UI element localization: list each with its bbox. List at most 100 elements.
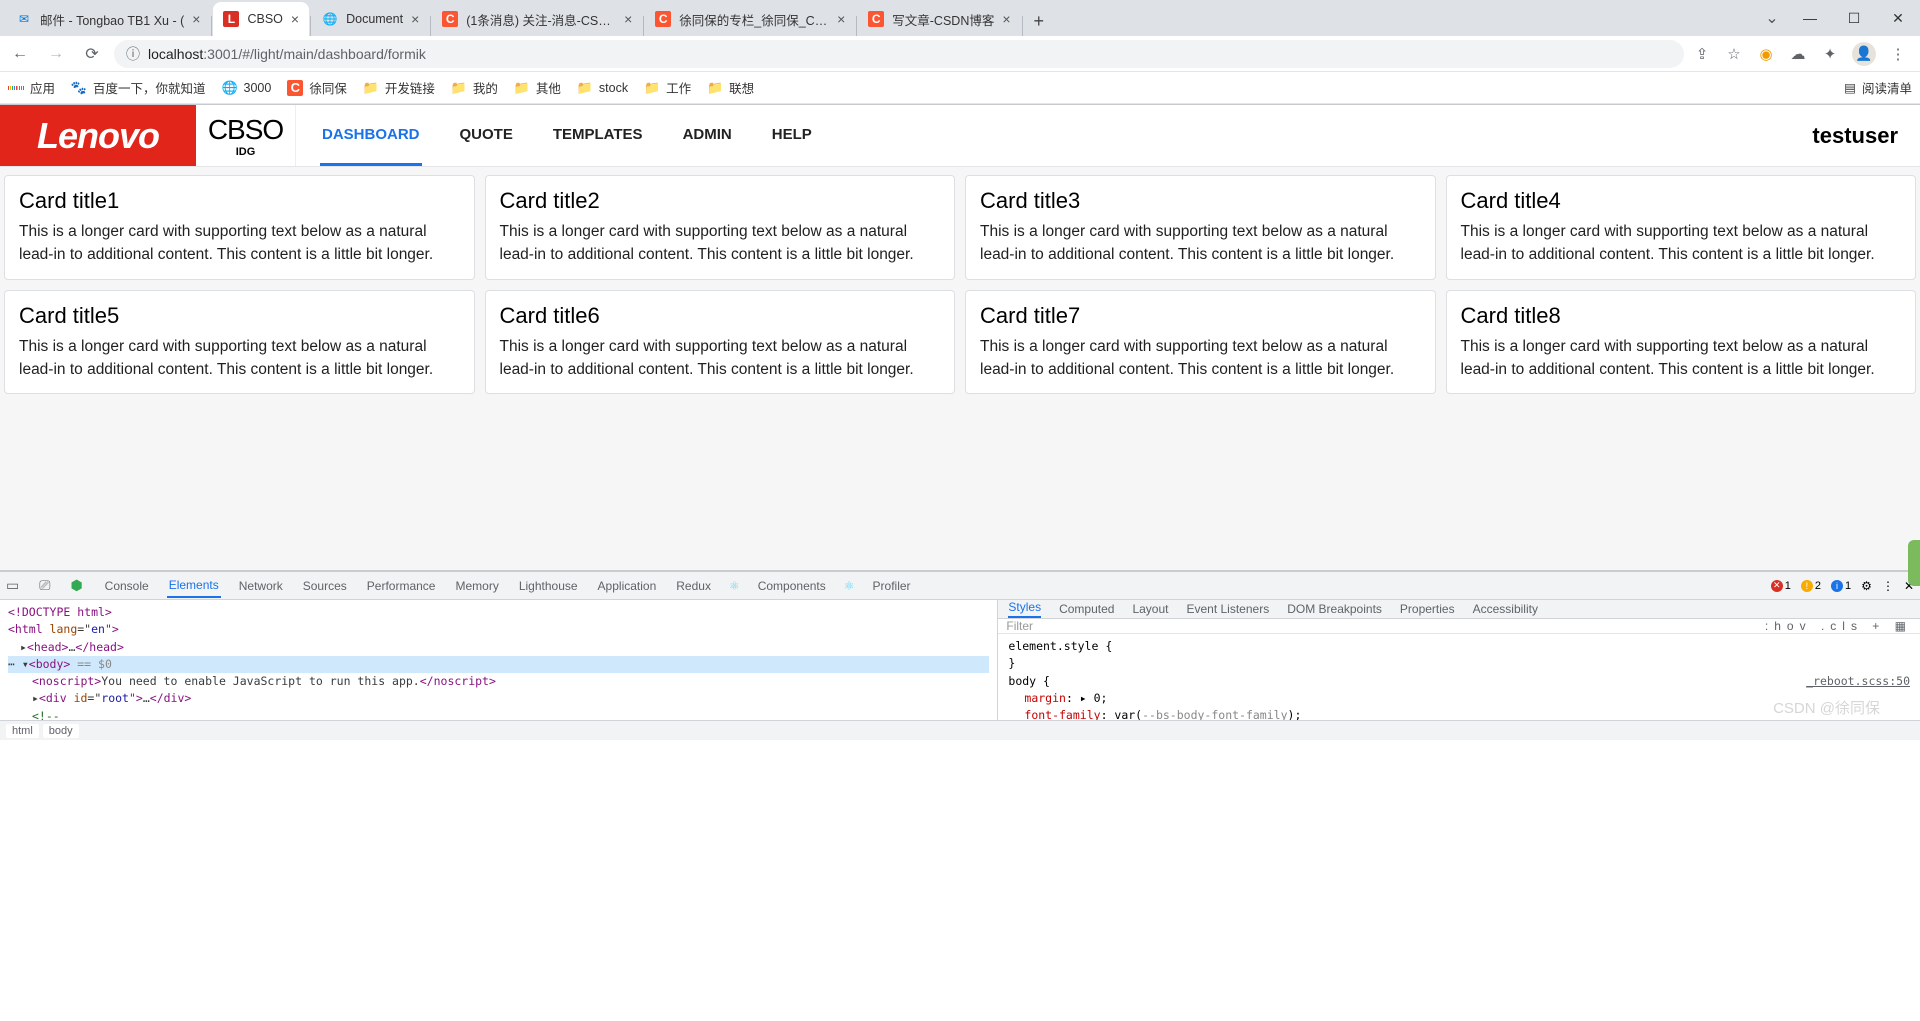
nav-admin[interactable]: ADMIN xyxy=(681,105,734,166)
tab-outlook[interactable]: ✉ 邮件 - Tongbao TB1 Xu - ( × xyxy=(6,2,210,36)
nav-help[interactable]: HELP xyxy=(770,105,814,166)
profile-avatar[interactable]: 👤 xyxy=(1852,42,1876,66)
card: Card title2This is a longer card with su… xyxy=(485,175,956,280)
close-icon[interactable]: × xyxy=(192,11,200,27)
bookmark-folder-stock[interactable]: 📁stock xyxy=(577,80,628,96)
tab-application[interactable]: Application xyxy=(596,575,659,597)
styles-filter-input[interactable]: Filter xyxy=(1006,619,1033,633)
more-icon[interactable]: ⋮ xyxy=(1882,579,1894,593)
tab-csdn-msg[interactable]: C (1条消息) 关注-消息-CSDN × xyxy=(432,2,642,36)
tab-csdn-write[interactable]: C 写文章-CSDN博客 × xyxy=(858,2,1020,36)
bookmark-folder-dev[interactable]: 📁开发链接 xyxy=(363,78,435,97)
tab-title: 徐同保的专栏_徐同保_CSD xyxy=(679,10,829,29)
subtab-listeners[interactable]: Event Listeners xyxy=(1186,602,1269,616)
close-icon[interactable]: × xyxy=(624,11,632,27)
close-window-button[interactable]: ✕ xyxy=(1876,0,1920,36)
bookmark-folder-work[interactable]: 📁工作 xyxy=(644,78,691,97)
styles-pane: Styles Computed Layout Event Listeners D… xyxy=(998,600,1920,720)
tab-performance[interactable]: Performance xyxy=(365,575,438,597)
card-title: Card title3 xyxy=(980,188,1421,214)
reading-list-icon: ▤ xyxy=(1844,80,1856,95)
bookmark-folder-lenovo[interactable]: 📁联想 xyxy=(707,78,754,97)
tab-search-icon[interactable]: ⌄ xyxy=(1756,0,1788,36)
style-rules[interactable]: element.style { } _reboot.scss:50body { … xyxy=(998,634,1920,720)
close-icon[interactable]: × xyxy=(411,11,419,27)
bookmark-baidu[interactable]: 🐾百度一下，你就知道 xyxy=(71,78,206,97)
bookmark-3000[interactable]: 🌐3000 xyxy=(222,80,272,96)
tab-console[interactable]: Console xyxy=(103,575,151,597)
extension-icon[interactable]: ☁ xyxy=(1788,44,1808,64)
card-title: Card title7 xyxy=(980,303,1421,329)
back-button[interactable]: ← xyxy=(6,40,34,68)
tab-elements[interactable]: Elements xyxy=(167,574,221,598)
subtab-styles[interactable]: Styles xyxy=(1008,600,1041,618)
menu-icon[interactable]: ⋮ xyxy=(1888,44,1908,64)
extensions-icon[interactable]: ✦ xyxy=(1820,44,1840,64)
subtab-props[interactable]: Properties xyxy=(1400,602,1455,616)
close-icon[interactable]: × xyxy=(1002,11,1010,27)
apps-shortcut[interactable]: 应用 xyxy=(8,78,55,97)
bookmark-folder-my[interactable]: 📁我的 xyxy=(451,78,498,97)
computed-panel-icon[interactable]: ▦ xyxy=(1895,619,1912,633)
tab-document[interactable]: 🌐 Document × xyxy=(312,2,429,36)
tab-network[interactable]: Network xyxy=(237,575,285,597)
vue-icon[interactable]: ⬢ xyxy=(70,577,86,594)
react-icon: ⚛ xyxy=(729,579,740,593)
folder-icon: 📁 xyxy=(644,80,660,96)
bookmark-xutongbao[interactable]: C徐同保 xyxy=(287,78,347,97)
tab-strip: ✉ 邮件 - Tongbao TB1 Xu - ( × L CBSO × 🌐 D… xyxy=(0,0,1920,36)
tab-title: 写文章-CSDN博客 xyxy=(892,10,994,29)
tab-title: (1条消息) 关注-消息-CSDN xyxy=(466,10,616,29)
tab-redux[interactable]: Redux xyxy=(674,575,713,597)
dom-tree[interactable]: <!DOCTYPE html> <html lang="en"> ▸<head>… xyxy=(0,600,998,720)
tab-sources[interactable]: Sources xyxy=(301,575,349,597)
devtools-tabs: ▭ ⎚ ⬢ Console Elements Network Sources P… xyxy=(0,572,1920,600)
minimize-button[interactable]: — xyxy=(1788,0,1832,36)
new-style-icon[interactable]: + xyxy=(1872,619,1885,633)
settings-icon[interactable]: ⚙ xyxy=(1861,579,1872,593)
maximize-button[interactable]: ☐ xyxy=(1832,0,1876,36)
lenovo-icon: L xyxy=(223,11,239,27)
subtab-a11y[interactable]: Accessibility xyxy=(1473,602,1538,616)
bookmark-folder-other[interactable]: 📁其他 xyxy=(514,78,561,97)
new-tab-button[interactable]: + xyxy=(1024,7,1055,36)
user-label[interactable]: testuser xyxy=(1812,105,1920,166)
inspect-icon[interactable]: ▭ xyxy=(6,577,23,594)
tab-cbso[interactable]: L CBSO × xyxy=(213,2,309,36)
card-body: This is a longer card with supporting te… xyxy=(19,335,460,382)
info-badge[interactable]: i1 xyxy=(1831,580,1851,592)
hov-toggle[interactable]: :hov xyxy=(1765,619,1812,633)
url-input[interactable]: ⓘ localhost:3001/#/light/main/dashboard/… xyxy=(114,40,1684,68)
share-icon[interactable]: ⇪ xyxy=(1692,44,1712,64)
subtab-dombp[interactable]: DOM Breakpoints xyxy=(1287,602,1382,616)
subtab-layout[interactable]: Layout xyxy=(1132,602,1168,616)
error-badge[interactable]: ✕1 xyxy=(1771,580,1791,592)
reading-list-button[interactable]: ▤阅读清单 xyxy=(1844,78,1912,97)
url-port: :3001 xyxy=(203,46,238,62)
close-icon[interactable]: × xyxy=(291,11,299,27)
tab-profiler[interactable]: Profiler xyxy=(871,575,913,597)
forward-button[interactable]: → xyxy=(42,40,70,68)
breadcrumb[interactable]: html body xyxy=(0,720,1920,740)
tab-components[interactable]: Components xyxy=(756,575,828,597)
csdn-icon: C xyxy=(655,11,671,27)
reload-button[interactable]: ⟳ xyxy=(78,40,106,68)
card: Card title6This is a longer card with su… xyxy=(485,290,956,395)
nav-templates[interactable]: TEMPLATES xyxy=(551,105,645,166)
nav-quote[interactable]: QUOTE xyxy=(458,105,515,166)
tab-memory[interactable]: Memory xyxy=(453,575,500,597)
url-host: localhost xyxy=(148,46,203,62)
side-handle[interactable] xyxy=(1908,540,1920,586)
device-toolbar-icon[interactable]: ⎚ xyxy=(39,577,54,594)
nav-dashboard[interactable]: DASHBOARD xyxy=(320,105,422,166)
close-icon[interactable]: × xyxy=(837,11,845,27)
cls-toggle[interactable]: .cls xyxy=(1821,619,1863,633)
warning-badge[interactable]: !2 xyxy=(1801,580,1821,592)
tab-lighthouse[interactable]: Lighthouse xyxy=(517,575,580,597)
site-info-icon[interactable]: ⓘ xyxy=(126,44,140,64)
subtab-computed[interactable]: Computed xyxy=(1059,602,1114,616)
card-body: This is a longer card with supporting te… xyxy=(19,220,460,267)
bookmark-star-icon[interactable]: ☆ xyxy=(1724,44,1744,64)
tab-csdn-col[interactable]: C 徐同保的专栏_徐同保_CSD × xyxy=(645,2,855,36)
extension-icon[interactable]: ◉ xyxy=(1756,44,1776,64)
